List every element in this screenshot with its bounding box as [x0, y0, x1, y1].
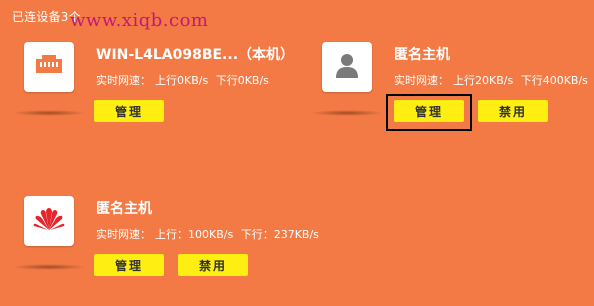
ethernet-port-icon — [34, 53, 64, 81]
device-icon-box — [322, 42, 372, 92]
device-name: 匿名主机 — [394, 47, 450, 63]
speed-label: 实时网速： — [394, 74, 449, 87]
upload-speed: 上行：100KB/s — [155, 228, 234, 241]
manage-button[interactable]: 管理 — [394, 100, 464, 122]
huawei-logo-icon — [33, 206, 65, 236]
speed-label: 实时网速： — [96, 228, 151, 241]
download-speed: 下行400KB/s — [520, 74, 588, 87]
icon-shadow — [310, 110, 384, 116]
device-name: 匿名主机 — [96, 201, 152, 217]
block-button[interactable]: 禁用 — [178, 254, 248, 276]
block-button[interactable]: 禁用 — [478, 100, 548, 122]
person-avatar-icon — [335, 52, 359, 82]
manage-button[interactable]: 管理 — [94, 100, 164, 122]
upload-speed: 上行20KB/s — [453, 74, 514, 87]
icon-shadow — [12, 110, 86, 116]
device-name: WIN-L4LA098BE...（本机） — [96, 47, 295, 63]
device-icon-box — [24, 42, 74, 92]
download-speed: 下行0KB/s — [215, 74, 269, 87]
icon-shadow — [12, 264, 86, 270]
upload-speed: 上行0KB/s — [155, 74, 209, 87]
watermark: www.xiqb.com — [70, 10, 209, 31]
device-card-anonymous-1: 匿名主机 实时网速： 上行20KB/s 下行400KB/s 管理 禁用 — [310, 42, 588, 152]
speed-info: 实时网速： 上行20KB/s 下行400KB/s — [394, 72, 592, 88]
speed-info: 实时网速： 上行0KB/s 下行0KB/s — [96, 72, 273, 88]
download-speed: 下行：237KB/s — [240, 228, 319, 241]
device-card-anonymous-2: 匿名主机 实时网速： 上行：100KB/s 下行：237KB/s 管理 禁用 — [12, 196, 319, 306]
manage-button[interactable]: 管理 — [94, 254, 164, 276]
speed-label: 实时网速： — [96, 74, 151, 87]
speed-info: 实时网速： 上行：100KB/s 下行：237KB/s — [96, 226, 323, 242]
device-icon-box — [24, 196, 74, 246]
device-card-local: WIN-L4LA098BE...（本机） 实时网速： 上行0KB/s 下行0KB/… — [12, 42, 294, 152]
